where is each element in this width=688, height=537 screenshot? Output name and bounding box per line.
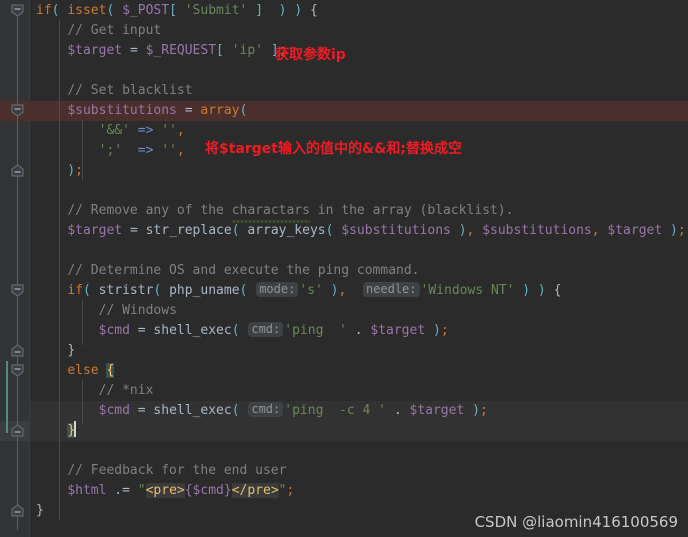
code-line[interactable]: // Set blacklist <box>30 81 688 101</box>
code-line[interactable]: $cmd = shell_exec( cmd:'ping ' . $target… <box>30 321 688 341</box>
html-open-tag: <pre> <box>145 483 185 498</box>
code-line[interactable]: // Get input <box>30 21 688 41</box>
matched-brace-open: { <box>106 363 115 378</box>
code-line[interactable]: } <box>30 341 688 361</box>
code-line[interactable]: // Windows <box>30 301 688 321</box>
code-line[interactable]: ); <box>30 161 688 181</box>
misspelled-word: charactars <box>231 201 311 223</box>
code-line[interactable]: else { <box>30 361 688 381</box>
code-line[interactable]: // Feedback for the end user <box>30 461 688 481</box>
code-line[interactable]: } <box>30 421 688 441</box>
code-line[interactable] <box>30 241 688 261</box>
code-area[interactable]: if( isset( $_POST[ 'Submit' ] ) ) { // G… <box>30 0 688 537</box>
brace-match-rail <box>6 361 8 433</box>
code-line[interactable]: $html .= "<pre>{$cmd}</pre>"; <box>30 481 688 501</box>
code-line[interactable] <box>30 61 688 81</box>
fold-rail <box>16 10 18 530</box>
parameter-hint-cmd: cmd: <box>248 402 284 417</box>
code-line[interactable]: $target = $_REQUEST[ 'ip' ]; <box>30 41 688 61</box>
code-line[interactable]: if( isset( $_POST[ 'Submit' ] ) ) { <box>30 1 688 21</box>
parameter-hint-mode: mode: <box>256 282 299 297</box>
code-line[interactable]: // *nix <box>30 381 688 401</box>
fold-marker-close[interactable] <box>11 164 24 177</box>
fold-marker-open[interactable] <box>11 284 24 297</box>
fold-marker-open[interactable] <box>11 364 24 377</box>
csdn-watermark: CSDN @liaomin416100569 <box>474 513 678 531</box>
text-caret <box>74 421 77 437</box>
fold-marker-open[interactable] <box>11 104 24 117</box>
code-line[interactable]: $substitutions = array( <box>30 101 688 121</box>
parameter-hint-needle: needle: <box>362 282 420 297</box>
code-line[interactable] <box>30 441 688 461</box>
annotation-replace-blacklist: 将$target输入的值中的&&和;替换成空 <box>205 141 463 157</box>
fold-marker-close[interactable] <box>11 424 24 437</box>
editor-gutter[interactable] <box>0 0 30 537</box>
html-close-tag: </pre> <box>231 483 279 498</box>
code-line[interactable]: $target = str_replace( array_keys( $subs… <box>30 221 688 241</box>
fold-marker-close[interactable] <box>11 344 24 357</box>
code-line[interactable]: // Determine OS and execute the ping com… <box>30 261 688 281</box>
fold-marker-open[interactable] <box>11 4 24 17</box>
code-line[interactable]: if( stristr( php_uname( mode:'s' ), need… <box>30 281 688 301</box>
code-line[interactable]: $cmd = shell_exec( cmd:'ping -c 4 ' . $t… <box>30 401 688 421</box>
parameter-hint-cmd: cmd: <box>248 322 284 337</box>
code-line[interactable] <box>30 181 688 201</box>
code-editor[interactable]: if( isset( $_POST[ 'Submit' ] ) ) { // G… <box>0 0 688 537</box>
fold-marker-close[interactable] <box>11 504 24 517</box>
code-line[interactable]: // Remove any of the charactars in the a… <box>30 201 688 223</box>
annotation-get-param-ip: 获取参数ip <box>275 47 346 63</box>
